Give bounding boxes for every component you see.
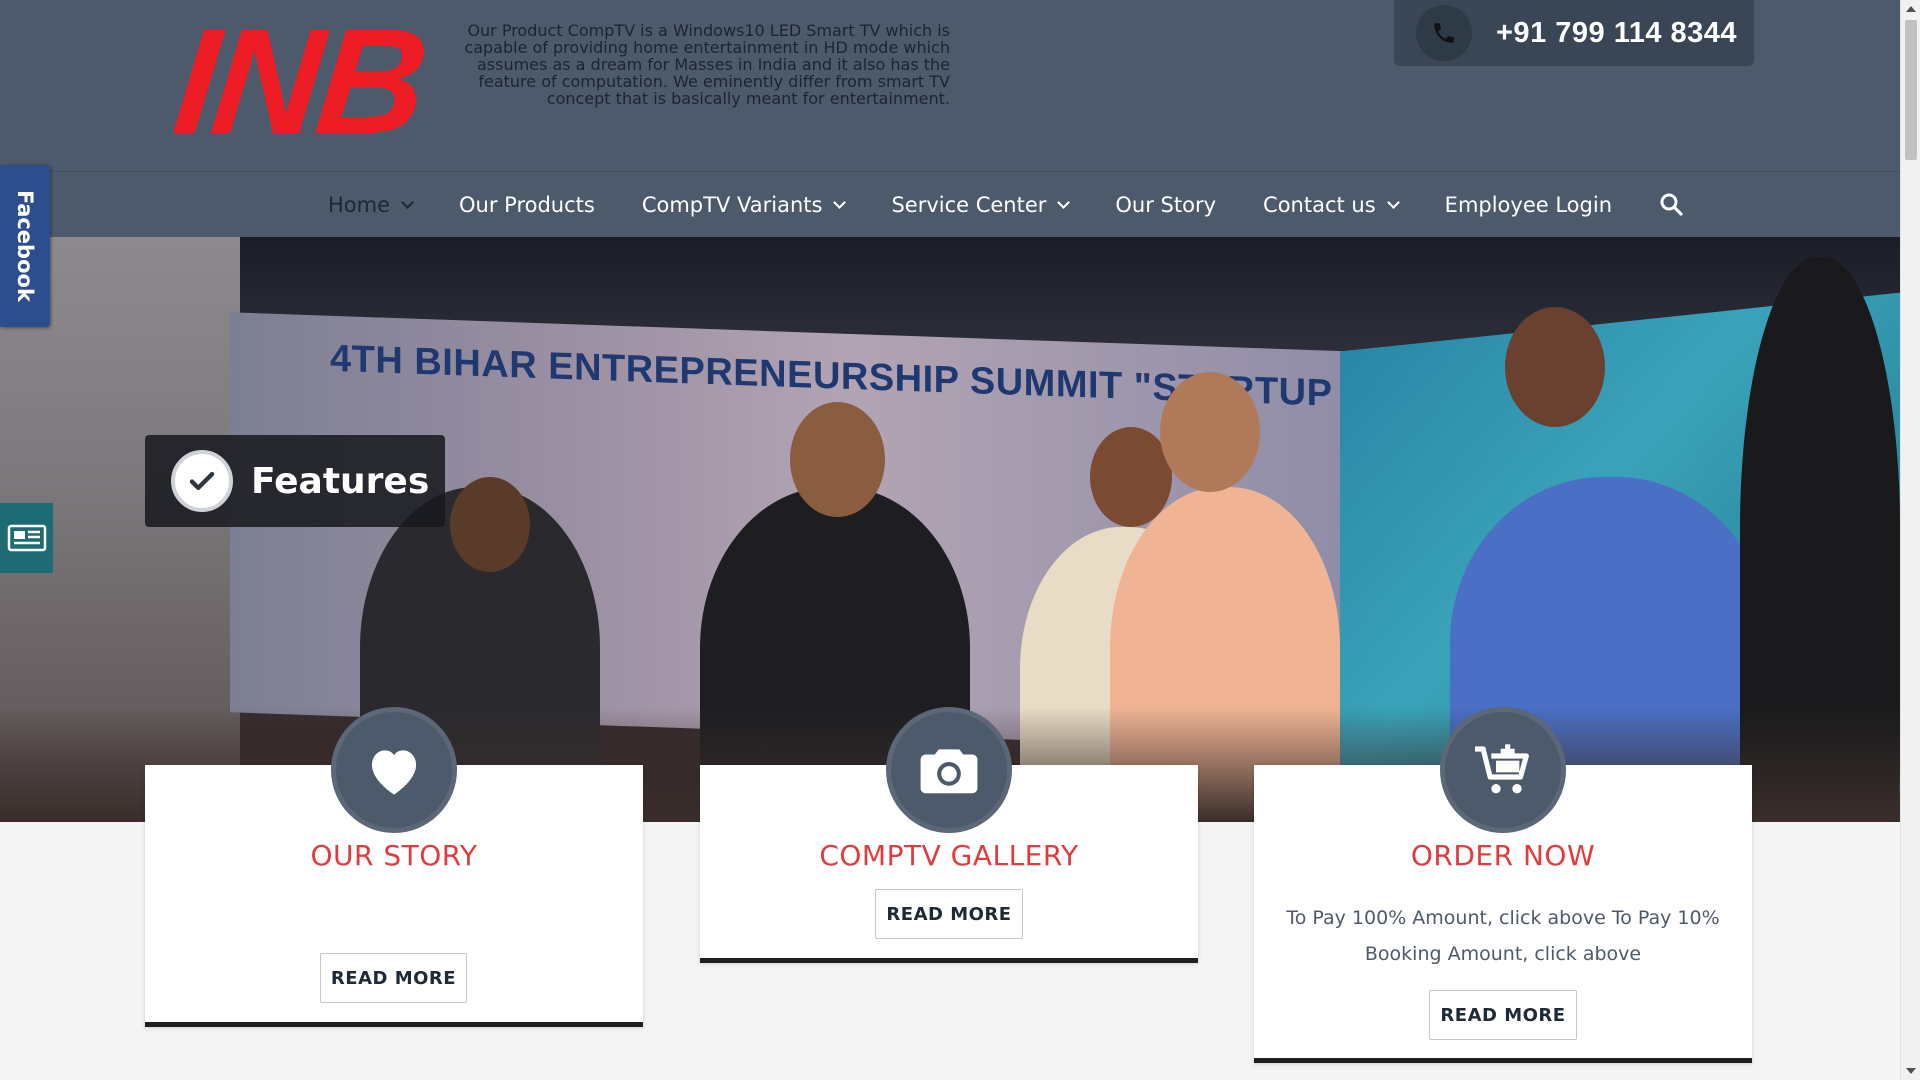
read-more-button[interactable]: READ MORE — [320, 953, 467, 1003]
chevron-down-icon — [833, 195, 847, 209]
nav-item-label: Employee Login — [1444, 193, 1613, 217]
nav-item-label: Contact us — [1263, 193, 1376, 217]
card-our-story: OUR STORY READ MORE — [145, 707, 643, 1027]
card-text: To Pay 100% Amount, click above To Pay 1… — [1286, 907, 1720, 965]
nav-item-our-story[interactable]: Our Story — [1115, 193, 1216, 217]
card-comptv-gallery: COMPTV GALLERY READ MORE — [700, 707, 1198, 963]
main-nav: Home Our Products CompTV Variants Servic… — [0, 171, 1900, 237]
scroll-down-arrow-icon[interactable] — [1906, 1068, 1916, 1074]
nav-item-label: Our Products — [459, 193, 595, 217]
header-tagline: Our Product CompTV is a Windows10 LED Sm… — [464, 21, 950, 108]
nav-item-employee-login[interactable]: Employee Login — [1445, 193, 1612, 217]
nav-item-label: Our Story — [1115, 193, 1217, 217]
phone-icon — [1416, 5, 1472, 61]
nav-item-comptv-variants[interactable]: CompTV Variants — [641, 193, 847, 217]
nav-menu: Home Our Products CompTV Variants Servic… — [328, 172, 1685, 238]
nav-item-label: Service Center — [891, 193, 1047, 217]
features-label: Features — [251, 460, 430, 502]
page: INB Our Product CompTV is a Windows10 LE… — [0, 0, 1900, 1080]
read-more-button[interactable]: READ MORE — [1429, 990, 1577, 1040]
search-icon[interactable] — [1659, 192, 1685, 218]
features-badge[interactable]: Features — [145, 435, 445, 527]
facebook-tab-label: Facebook — [13, 190, 37, 302]
page-scrollbar[interactable] — [1900, 0, 1920, 1080]
hero-person-head — [1505, 307, 1605, 427]
camera-icon — [886, 707, 1012, 833]
card-title: ORDER NOW — [1410, 839, 1596, 872]
logo-text: INB — [167, 0, 432, 165]
chevron-down-icon — [1386, 195, 1400, 209]
site-header: INB Our Product CompTV is a Windows10 LE… — [0, 0, 1900, 171]
logo[interactable]: INB — [167, 0, 450, 165]
nav-item-label: Home — [328, 193, 391, 217]
nav-item-service-center[interactable]: Service Center — [891, 193, 1071, 217]
heart-icon — [331, 707, 457, 833]
scroll-thumb[interactable] — [1905, 20, 1917, 160]
newspaper-icon[interactable] — [0, 503, 53, 573]
card-title: COMPTV GALLERY — [819, 839, 1079, 872]
card-title: OUR STORY — [310, 839, 478, 872]
nav-item-contact-us[interactable]: Contact us — [1263, 193, 1400, 217]
hero-person-head — [790, 402, 885, 517]
nav-item-home[interactable]: Home — [328, 193, 414, 217]
read-more-button[interactable]: READ MORE — [875, 889, 1023, 939]
chevron-down-icon — [401, 195, 414, 209]
nav-item-label: CompTV Variants — [641, 193, 823, 217]
chevron-down-icon — [1057, 195, 1071, 209]
facebook-side-tab[interactable]: Facebook — [0, 165, 50, 327]
hero-person-head — [450, 477, 530, 572]
nav-item-our-products[interactable]: Our Products — [459, 193, 595, 217]
scroll-up-arrow-icon[interactable] — [1906, 6, 1916, 12]
hero-person-head — [1160, 372, 1260, 492]
check-circle-icon — [171, 450, 233, 512]
phone-contact[interactable]: +91 799 114 8344 — [1394, 0, 1754, 66]
card-order-now: ORDER NOW To Pay 100% Amount, click abov… — [1254, 707, 1752, 1063]
phone-number: +91 799 114 8344 — [1496, 16, 1738, 49]
cart-icon — [1440, 707, 1566, 833]
